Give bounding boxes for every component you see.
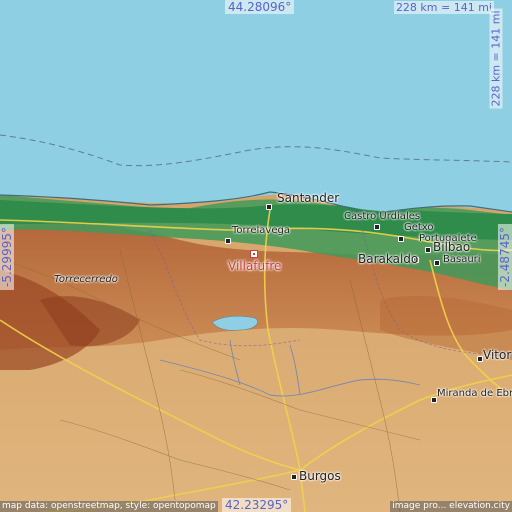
torrelavega-dot xyxy=(225,238,231,244)
bilbao-dot xyxy=(425,247,431,253)
left-longitude-label: -5.29995° xyxy=(0,224,14,290)
city-vitoria[interactable]: Vitor xyxy=(483,349,511,362)
basauri-dot xyxy=(434,260,440,266)
bottom-latitude-label: 42.23295° xyxy=(222,498,292,512)
top-latitude-label: 44.28096° xyxy=(225,0,295,14)
right-longitude-label: -2.48745° xyxy=(498,224,512,290)
city-castro-urdiales[interactable]: Castro Urdiales xyxy=(344,211,420,222)
selected-place-label[interactable]: Villafufre xyxy=(228,259,281,273)
peak-torrecerredo[interactable]: Torrecerredo xyxy=(54,274,118,285)
image-credit: image pro... elevation.city xyxy=(390,501,512,512)
city-burgos[interactable]: Burgos xyxy=(299,470,341,483)
city-bilbao[interactable]: Bilbao xyxy=(433,241,470,254)
topographic-map[interactable]: 44.28096° 42.23295° -5.29995° -2.48745° … xyxy=(0,0,512,512)
city-getxo[interactable]: Getxo xyxy=(404,222,434,233)
castro-urdiales-dot xyxy=(374,224,380,230)
getxo-dot xyxy=(398,236,404,242)
santander-dot xyxy=(266,204,272,210)
city-miranda-de-ebro[interactable]: Miranda de Ebro xyxy=(437,388,512,399)
city-santander[interactable]: Santander xyxy=(277,192,339,205)
map-credit: map data: openstreetmap, style: opentopo… xyxy=(0,501,218,512)
burgos-dot xyxy=(291,474,297,480)
city-torrelavega[interactable]: Torrelavega xyxy=(232,225,290,236)
horizontal-scale-label: 228 km = 141 mi xyxy=(393,1,494,14)
city-basauri[interactable]: Basauri xyxy=(443,254,481,265)
city-barakaldo[interactable]: Barakaldo xyxy=(358,253,418,266)
vertical-scale-label: 228 km = 141 mi xyxy=(489,8,503,109)
selected-place-marker[interactable] xyxy=(250,250,258,258)
